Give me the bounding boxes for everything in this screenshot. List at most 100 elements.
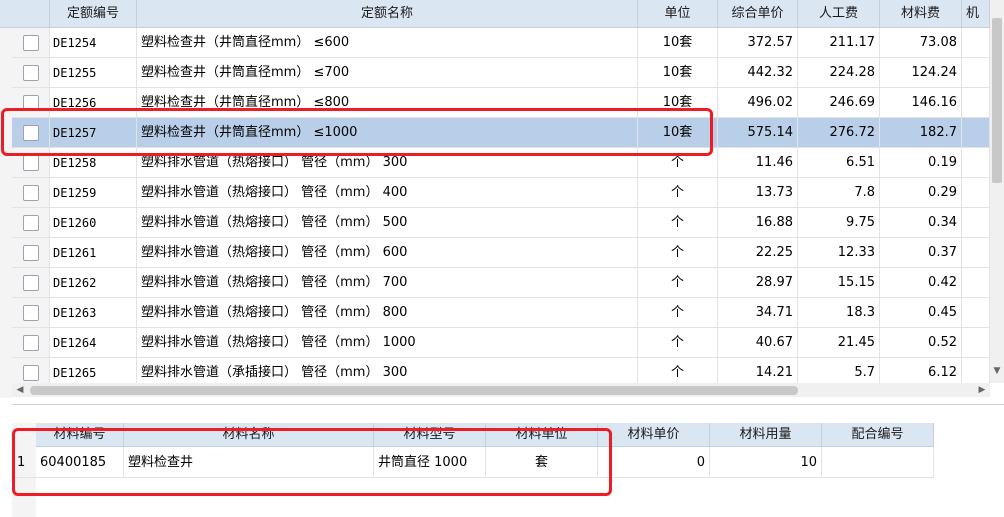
header-material-name[interactable]: 材料名称 — [124, 423, 374, 447]
match-code[interactable] — [822, 447, 934, 478]
table-row[interactable]: DE1254 塑料检查井（井筒直径mm） ≤600 10套 372.57 211… — [0, 28, 990, 58]
material-code[interactable]: 60400185 — [36, 447, 124, 478]
header-material-price[interactable]: 材料单价 — [598, 423, 710, 447]
material-model[interactable]: 井筒直径 1000 — [374, 447, 486, 478]
quota-material: 73.08 — [880, 28, 962, 58]
row-checkbox[interactable] — [23, 155, 39, 171]
material-price[interactable]: 0 — [598, 447, 710, 478]
vertical-scroll-thumb[interactable] — [992, 18, 1002, 183]
table-row[interactable]: DE1259 塑料排水管道（热熔接口） 管径（mm） 400 个 13.73 7… — [0, 178, 990, 208]
quota-unit-price: 11.46 — [718, 148, 798, 178]
quota-name: 塑料检查井（井筒直径mm） ≤700 — [137, 58, 638, 88]
horizontal-scroll-thumb[interactable] — [30, 386, 798, 395]
material-quantity[interactable]: 10 — [710, 447, 822, 478]
table-row[interactable]: DE1258 塑料排水管道（热熔接口） 管径（mm） 300 个 11.46 6… — [0, 148, 990, 178]
header-code[interactable]: 定额编号 — [50, 0, 137, 28]
quota-labor: 6.51 — [798, 148, 880, 178]
table-row[interactable]: DE1263 塑料排水管道（热熔接口） 管径（mm） 800 个 34.71 1… — [0, 298, 990, 328]
quota-unit-price: 442.32 — [718, 58, 798, 88]
material-unit[interactable]: 套 — [486, 447, 598, 478]
header-material[interactable]: 材料费 — [880, 0, 962, 28]
row-checkbox[interactable] — [23, 335, 39, 351]
row-checkbox[interactable] — [23, 365, 39, 381]
quota-code: DE1261 — [50, 238, 137, 268]
quota-labor: 246.69 — [798, 88, 880, 118]
quota-table: 定额编号 定额名称 单位 综合单价 人工费 材料费 机 DE1254 塑料检查井… — [0, 0, 1004, 398]
row-checkbox[interactable] — [23, 185, 39, 201]
quota-name: 塑料排水管道（热熔接口） 管径（mm） 600 — [137, 238, 638, 268]
quota-unit: 10套 — [638, 58, 718, 88]
table-row[interactable]: DE1262 塑料排水管道（热熔接口） 管径（mm） 700 个 28.97 1… — [0, 268, 990, 298]
row-checkbox[interactable] — [23, 305, 39, 321]
row-checkbox-cell — [12, 28, 50, 58]
quota-labor: 12.33 — [798, 238, 880, 268]
quota-material: 0.19 — [880, 148, 962, 178]
quota-code: DE1255 — [50, 58, 137, 88]
row-checkbox[interactable] — [23, 125, 39, 141]
quota-material: 0.42 — [880, 268, 962, 298]
row-checkbox-cell — [12, 118, 50, 148]
row-checkbox[interactable] — [23, 95, 39, 111]
header-material-model[interactable]: 材料型号 — [374, 423, 486, 447]
row-checkbox-cell — [12, 238, 50, 268]
quota-labor: 18.3 — [798, 298, 880, 328]
quota-code: DE1259 — [50, 178, 137, 208]
header-unit-price[interactable]: 综合单价 — [718, 0, 798, 28]
quota-unit-price: 13.73 — [718, 178, 798, 208]
row-checkbox[interactable] — [23, 215, 39, 231]
table-row[interactable]: DE1256 塑料检查井（井筒直径mm） ≤800 10套 496.02 246… — [0, 88, 990, 118]
table-row[interactable]: DE1255 塑料检查井（井筒直径mm） ≤700 10套 442.32 224… — [0, 58, 990, 88]
quota-name: 塑料排水管道（热熔接口） 管径（mm） 300 — [137, 148, 638, 178]
header-machinery[interactable]: 机 — [962, 0, 990, 28]
quota-machinery — [962, 28, 990, 58]
scroll-down-arrow-icon[interactable]: ▼ — [990, 364, 1004, 378]
quota-material: 146.16 — [880, 88, 962, 118]
quota-machinery — [962, 118, 990, 148]
row-checkbox[interactable] — [23, 35, 39, 51]
quota-machinery — [962, 268, 990, 298]
table-row[interactable]: DE1257 塑料检查井（井筒直径mm） ≤1000 10套 575.14 27… — [0, 118, 990, 148]
material-name[interactable]: 塑料检查井 — [124, 447, 374, 478]
header-unit[interactable]: 单位 — [638, 0, 718, 28]
quota-unit-price: 575.14 — [718, 118, 798, 148]
quota-name: 塑料排水管道（热熔接口） 管径（mm） 1000 — [137, 328, 638, 358]
table-row[interactable]: DE1264 塑料排水管道（热熔接口） 管径（mm） 1000 个 40.67 … — [0, 328, 990, 358]
quota-unit: 个 — [638, 208, 718, 238]
header-material-unit[interactable]: 材料单位 — [486, 423, 598, 447]
row-checkbox-cell — [12, 298, 50, 328]
row-checkbox[interactable] — [23, 275, 39, 291]
row-checkbox-cell — [12, 268, 50, 298]
quota-unit-price: 28.97 — [718, 268, 798, 298]
row-checkbox[interactable] — [23, 65, 39, 81]
quota-machinery — [962, 88, 990, 118]
quota-code: DE1262 — [50, 268, 137, 298]
quota-labor: 9.75 — [798, 208, 880, 238]
quota-unit: 个 — [638, 298, 718, 328]
quota-unit-price: 372.57 — [718, 28, 798, 58]
quota-labor: 15.15 — [798, 268, 880, 298]
scroll-right-arrow-icon[interactable]: ▶ — [976, 383, 988, 397]
header-match-code[interactable]: 配合编号 — [822, 423, 934, 447]
quota-unit: 个 — [638, 148, 718, 178]
header-material-code[interactable]: 材料编号 — [36, 423, 124, 447]
quota-code: DE1254 — [50, 28, 137, 58]
header-labor[interactable]: 人工费 — [798, 0, 880, 28]
header-name[interactable]: 定额名称 — [137, 0, 638, 28]
scroll-left-arrow-icon[interactable]: ◀ — [14, 383, 26, 397]
quota-labor: 276.72 — [798, 118, 880, 148]
row-checkbox[interactable] — [23, 245, 39, 261]
quota-material: 182.7 — [880, 118, 962, 148]
row-checkbox-cell — [12, 208, 50, 238]
quota-machinery — [962, 178, 990, 208]
header-material-quantity[interactable]: 材料用量 — [710, 423, 822, 447]
quota-unit-price: 40.67 — [718, 328, 798, 358]
table-row[interactable]: DE1261 塑料排水管道（热熔接口） 管径（mm） 600 个 22.25 1… — [0, 238, 990, 268]
table-row[interactable]: DE1260 塑料排水管道（热熔接口） 管径（mm） 500 个 16.88 9… — [0, 208, 990, 238]
quota-unit-price: 34.71 — [718, 298, 798, 328]
quota-machinery — [962, 328, 990, 358]
panel-divider — [12, 404, 1004, 405]
row-checkbox-cell — [12, 88, 50, 118]
quota-machinery — [962, 208, 990, 238]
quota-labor: 21.45 — [798, 328, 880, 358]
quota-name: 塑料检查井（井筒直径mm） ≤800 — [137, 88, 638, 118]
